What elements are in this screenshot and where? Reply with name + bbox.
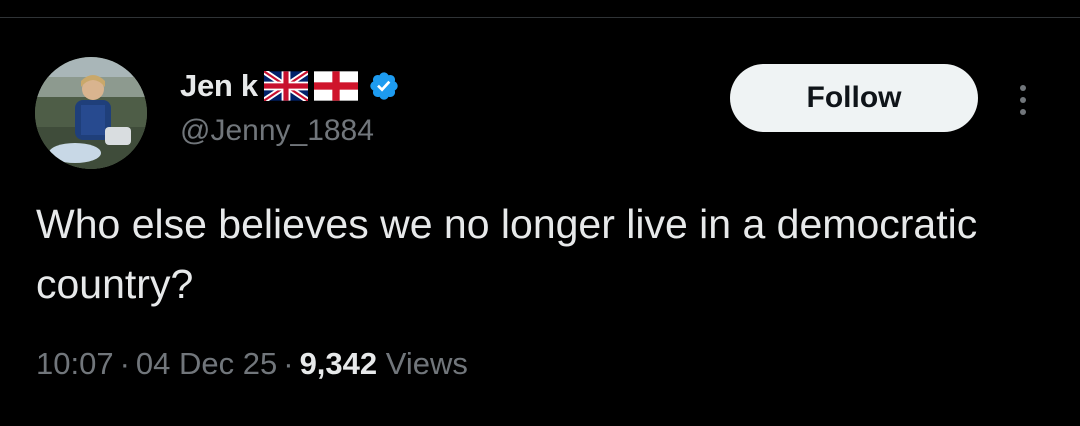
tweet-date[interactable]: 04 Dec 25 bbox=[136, 346, 277, 381]
views-count[interactable]: 9,342 bbox=[300, 346, 378, 381]
author-handle[interactable]: @Jenny_1884 bbox=[180, 114, 374, 148]
more-options-button[interactable] bbox=[1008, 72, 1038, 128]
verified-badge-icon[interactable] bbox=[368, 70, 400, 102]
meta-separator: · bbox=[119, 346, 130, 381]
author-display-name[interactable]: Jen k bbox=[180, 68, 258, 104]
views-label: Views bbox=[385, 346, 468, 381]
follow-button[interactable]: Follow bbox=[730, 64, 978, 132]
tweet-time[interactable]: 10:07 bbox=[36, 346, 114, 381]
avatar-photo bbox=[35, 57, 147, 169]
uk-flag-icon bbox=[263, 71, 308, 101]
more-vertical-icon-dot bbox=[1020, 97, 1026, 103]
tweet-text: Who else believes we no longer live in a… bbox=[36, 201, 978, 307]
tweet-meta: 10:07 · 04 Dec 25 · 9,342 Views bbox=[36, 346, 468, 382]
top-divider bbox=[0, 0, 1080, 18]
meta-separator: · bbox=[283, 346, 294, 381]
england-flag-icon bbox=[313, 71, 358, 101]
avatar[interactable] bbox=[35, 57, 147, 169]
more-vertical-icon-dot bbox=[1020, 109, 1026, 115]
author-name-row: Jen k bbox=[180, 66, 400, 106]
more-vertical-icon bbox=[1020, 85, 1026, 91]
